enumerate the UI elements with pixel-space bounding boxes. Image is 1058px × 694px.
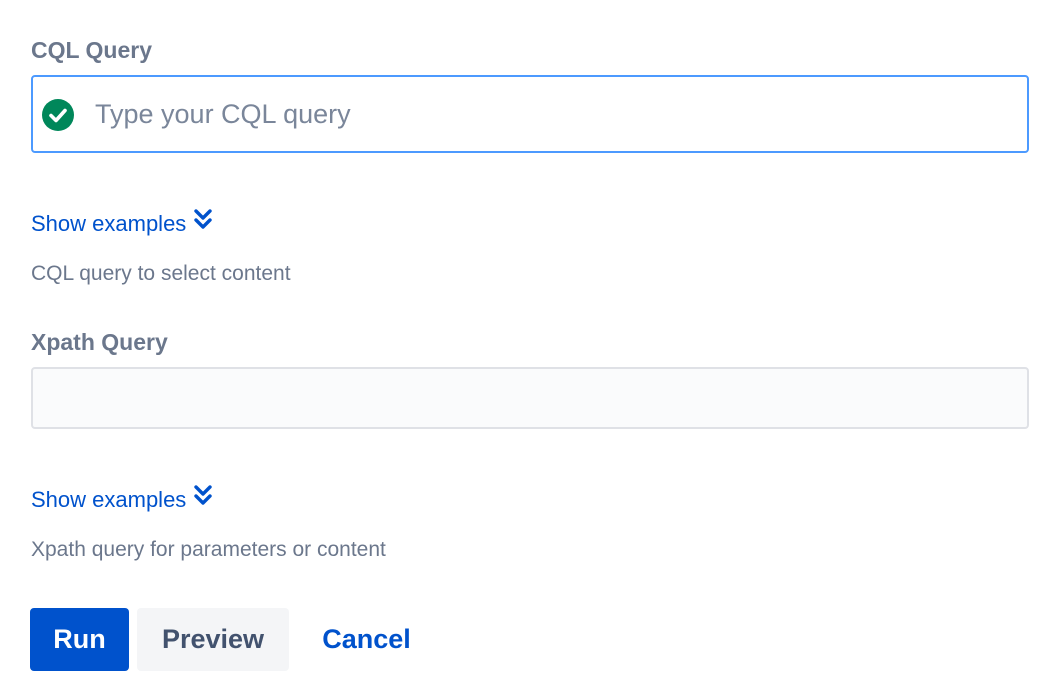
cql-query-field[interactable] xyxy=(31,75,1029,153)
cancel-button[interactable]: Cancel xyxy=(298,608,435,671)
cql-query-input[interactable] xyxy=(95,77,1015,151)
check-circle-icon xyxy=(42,99,74,131)
macro-editor-form: CQL Query Show examples CQL query to sel… xyxy=(0,0,1058,694)
xpath-show-examples-link[interactable]: Show examples xyxy=(31,485,213,513)
xpath-query-field[interactable] xyxy=(31,367,1029,429)
run-button[interactable]: Run xyxy=(30,608,129,671)
double-chevron-down-icon xyxy=(194,485,213,505)
xpath-query-label: Xpath Query xyxy=(31,329,168,355)
show-examples-label: Show examples xyxy=(31,211,187,236)
double-chevron-down-icon xyxy=(194,209,213,229)
show-examples-label: Show examples xyxy=(31,487,187,512)
xpath-helper-text: Xpath query for parameters or content xyxy=(31,538,386,561)
cql-query-label: CQL Query xyxy=(31,37,152,63)
preview-button[interactable]: Preview xyxy=(137,608,289,671)
xpath-query-input[interactable] xyxy=(45,369,1015,427)
cql-show-examples-link[interactable]: Show examples xyxy=(31,209,213,237)
cql-helper-text: CQL query to select content xyxy=(31,262,291,285)
